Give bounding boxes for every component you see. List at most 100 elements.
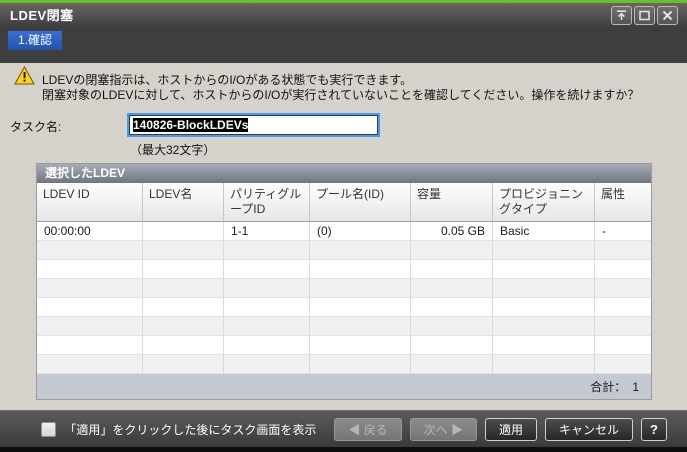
table-row-empty	[37, 279, 651, 298]
table-cell	[595, 336, 651, 355]
table-body: 00:00:00 1-1 (0) 0.05 GB Basic -	[37, 222, 651, 374]
task-name-input-inner: 140826-BlockLDEVs	[129, 115, 378, 135]
table-cell	[310, 260, 411, 279]
table-cell	[37, 241, 143, 260]
table-row-empty	[37, 355, 651, 374]
table-cell	[411, 260, 493, 279]
table-cell	[37, 355, 143, 374]
table-title: 選択したLDEV	[37, 164, 651, 183]
warning-triangle-icon	[14, 65, 35, 85]
table-row-empty	[37, 336, 651, 355]
step-bar: 1.確認	[0, 28, 687, 63]
table-cell	[37, 279, 143, 298]
task-name-input[interactable]: 140826-BlockLDEVs	[127, 113, 380, 137]
next-button[interactable]: 次へ ▶	[409, 417, 478, 441]
table-cell	[310, 298, 411, 317]
table-cell	[411, 336, 493, 355]
table-cell	[224, 317, 310, 336]
warning-text: LDEVの閉塞指示は、ホストからのI/Oがある状態でも実行できます。 閉塞対象の…	[42, 66, 639, 103]
cancel-button[interactable]: キャンセル	[545, 417, 634, 441]
table-row[interactable]: 00:00:00 1-1 (0) 0.05 GB Basic -	[37, 222, 651, 241]
task-name-label: タスク名:	[10, 120, 62, 134]
table-cell	[37, 317, 143, 336]
background-window-edge	[0, 447, 687, 452]
table-cell	[37, 336, 143, 355]
collapse-up-icon[interactable]	[611, 6, 632, 25]
table-footer: 合計： 1	[37, 374, 651, 399]
table-cell	[595, 355, 651, 374]
show-task-screen-checkbox[interactable]	[41, 421, 57, 437]
apply-button[interactable]: 適用	[485, 417, 538, 441]
column-header[interactable]: LDEV名	[143, 183, 224, 222]
table-cell	[493, 260, 595, 279]
show-task-screen-label: 「適用」をクリックした後にタスク画面を表示	[64, 422, 317, 437]
column-header[interactable]: パリティグループID	[224, 183, 310, 222]
ldev-block-dialog: LDEV閉塞 1.確認 LDEVの閉塞指示は、ホストからのI/Oがある状態でも実…	[0, 0, 687, 452]
table-cell	[411, 317, 493, 336]
table-row-empty	[37, 260, 651, 279]
table-cell	[493, 241, 595, 260]
table-cell	[411, 355, 493, 374]
table-cell	[493, 279, 595, 298]
step-badge-confirm: 1.確認	[8, 31, 63, 50]
table-cell	[595, 317, 651, 336]
table-cell	[310, 336, 411, 355]
table-cell	[493, 355, 595, 374]
table-cell	[493, 317, 595, 336]
table-cell	[310, 355, 411, 374]
table-cell: -	[595, 222, 651, 241]
column-header[interactable]: プール名(ID)	[310, 183, 411, 222]
table-cell	[411, 298, 493, 317]
column-header[interactable]: 容量	[411, 183, 493, 222]
table-row-empty	[37, 241, 651, 260]
table-cell	[310, 279, 411, 298]
table-cell: 00:00:00	[37, 222, 143, 241]
maximize-icon[interactable]	[634, 6, 655, 25]
table-row-empty	[37, 317, 651, 336]
column-header[interactable]: LDEV ID	[37, 183, 143, 222]
table-cell	[224, 241, 310, 260]
table-cell	[493, 336, 595, 355]
column-header[interactable]: プロビジョニングタイプ	[493, 183, 595, 222]
column-header[interactable]: 属性	[595, 183, 651, 222]
table-cell	[595, 298, 651, 317]
task-name-hint: （最大32文字）	[130, 143, 216, 157]
table-cell	[143, 317, 224, 336]
warning-message: LDEVの閉塞指示は、ホストからのI/Oがある状態でも実行できます。 閉塞対象の…	[14, 65, 639, 103]
table-cell	[595, 260, 651, 279]
table-cell	[310, 241, 411, 260]
table-header-row: LDEV ID LDEV名 パリティグループID プール名(ID) 容量 プロビジョニング…	[37, 183, 651, 222]
table-cell	[411, 279, 493, 298]
table-cell: (0)	[310, 222, 411, 241]
table-row-empty	[37, 298, 651, 317]
table-cell	[37, 260, 143, 279]
warning-line1: LDEVの閉塞指示は、ホストからのI/Oがある状態でも実行できます。	[42, 73, 413, 87]
table-cell	[143, 279, 224, 298]
table-cell	[143, 241, 224, 260]
table-cell	[143, 222, 224, 241]
table-cell	[143, 260, 224, 279]
total-value: 1	[632, 379, 639, 394]
table-cell	[224, 279, 310, 298]
table-cell	[411, 241, 493, 260]
warning-line2: 閉塞対象のLDEVに対して、ホストからのI/Oが実行されていないことを確認してく…	[42, 88, 640, 102]
table-cell	[224, 260, 310, 279]
window-controls	[611, 6, 678, 25]
back-button[interactable]: ◀ 戻る	[334, 417, 402, 441]
task-name-value: 140826-BlockLDEVs	[133, 118, 249, 132]
table-cell	[143, 298, 224, 317]
table-cell	[37, 298, 143, 317]
table-cell	[143, 355, 224, 374]
table-cell	[595, 279, 651, 298]
table-cell: Basic	[493, 222, 595, 241]
help-button[interactable]: ?	[641, 417, 667, 441]
table-cell	[224, 355, 310, 374]
table-cell: 1-1	[224, 222, 310, 241]
table-cell	[595, 241, 651, 260]
dialog-title: LDEV閉塞	[10, 8, 74, 23]
table-cell	[224, 336, 310, 355]
table-cell	[493, 298, 595, 317]
dialog-content: LDEVの閉塞指示は、ホストからのI/Oがある状態でも実行できます。 閉塞対象の…	[0, 63, 687, 410]
titlebar: LDEV閉塞	[0, 3, 687, 28]
close-icon[interactable]	[657, 6, 678, 25]
